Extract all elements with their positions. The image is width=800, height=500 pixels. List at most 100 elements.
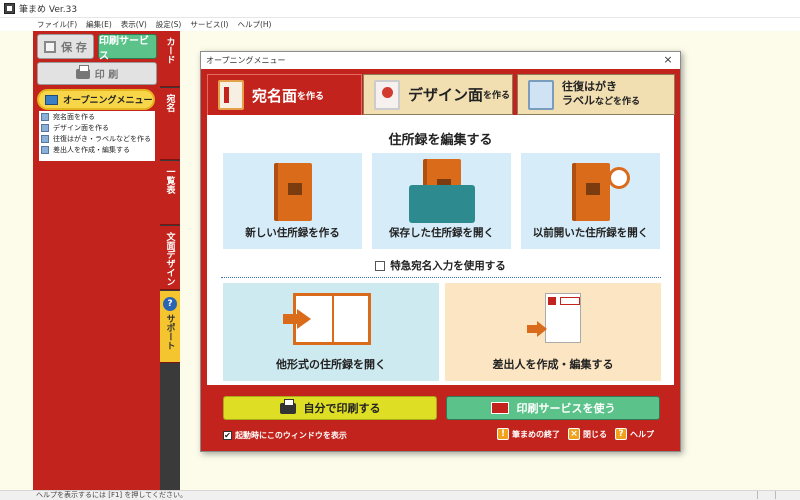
submenu-item-sender[interactable]: 差出人を作成・編集する (39, 144, 155, 155)
help-button[interactable]: ? ヘルプ (615, 428, 654, 440)
menu-edit[interactable]: 編集(E) (86, 19, 112, 30)
help-icon: ? (615, 428, 627, 440)
open-other-format-card[interactable]: 他形式の住所録を開く (223, 283, 439, 381)
sender-edit-card[interactable]: 差出人を作成・編集する (445, 283, 661, 381)
tab-list[interactable]: 一覧表 (160, 161, 180, 225)
disk-icon (44, 40, 57, 53)
submenu-item-design[interactable]: デザイン面を作る (39, 122, 155, 133)
open-recent-address-book-card[interactable]: 以前開いた住所録を開く (521, 153, 660, 249)
use-print-service-button[interactable]: 印刷サービスを使う (446, 396, 660, 420)
status-divider (775, 491, 776, 499)
menu-file[interactable]: ファイル(F) (37, 19, 77, 30)
tab-card-label: カード (164, 37, 175, 64)
card-label: 他形式の住所録を開く (276, 358, 386, 371)
tab-round-line2-big: ラベル (562, 94, 595, 107)
tab-design-side[interactable]: デザイン面 を作る (363, 74, 513, 115)
window-title: 筆まめ Ver.33 (19, 5, 78, 15)
arrow-icon-body (527, 325, 537, 333)
tab-round-line1: 往復はがき (562, 80, 617, 93)
address-book-icon (273, 163, 312, 221)
save-label: 保 存 (61, 40, 87, 54)
label-sheet-icon (528, 79, 554, 110)
print-button[interactable]: 印 刷 (37, 62, 157, 85)
print-service-button[interactable]: 印刷サービス (98, 34, 157, 62)
tab-round-trip[interactable]: 往復はがき ラベルなどを作る (517, 74, 675, 115)
status-text: ヘルプを表示するには [F1] を押してください。 (36, 491, 187, 499)
new-address-book-card[interactable]: 新しい住所録を作る (223, 153, 362, 249)
address-book-panel: 住所録を編集する 新しい住所録を作る 保存した住所録を開く 以前開いた住所録を開… (207, 115, 674, 385)
status-bar: ヘルプを表示するには [F1] を押してください。 (0, 490, 800, 500)
opening-menu-dialog: オープニングメニュー × 宛名面 を作る デザイン面 を作る 往復はがき ラベルなど… (200, 51, 681, 452)
folder-icon (408, 185, 475, 223)
card-label: 新しい住所録を作る (245, 227, 340, 239)
tab-address-side[interactable]: 宛名面 を作る (207, 74, 362, 115)
quit-icon: ! (497, 428, 509, 440)
self-print-button[interactable]: 自分で印刷する (223, 396, 437, 420)
status-divider (757, 491, 758, 499)
startup-checkbox-label: 起動時にこのウィンドウを表示 (235, 430, 347, 440)
submenu-item-round-trip[interactable]: 往復はがき・ラベルなどを作る (39, 133, 155, 144)
dialog-title-bar: オープニングメニュー (201, 52, 680, 69)
title-bar: 筆まめ Ver.33 (0, 0, 800, 18)
tab-round-line2-small: などを作る (595, 97, 641, 107)
submenu-item-label: 宛名面を作る (53, 112, 95, 121)
arrow-icon-body (283, 314, 297, 324)
tab-design-big: デザイン面 (408, 86, 484, 104)
help-label: ヘルプ (630, 429, 654, 439)
address-side-icon (41, 112, 49, 121)
save-button[interactable]: 保 存 (37, 34, 94, 59)
close-icon[interactable]: × (662, 54, 674, 66)
print-service-label: 印刷サービス (99, 35, 149, 62)
close-label: 閉じる (583, 429, 607, 439)
tab-support-label: サポート (164, 314, 175, 350)
portrait-card-icon (374, 79, 400, 110)
opening-menu-tab[interactable]: オープニングメニュー (37, 89, 155, 110)
truck-icon (490, 402, 509, 414)
tab-address-small: を作る (297, 91, 325, 102)
design-side-icon (41, 123, 49, 132)
menu-view[interactable]: 表示(V) (121, 19, 147, 30)
vertical-tab-strip: カード 宛名 一覧表 文面デザイン ? サポート (160, 31, 180, 490)
quit-label: 筆まめの終了 (512, 429, 560, 439)
question-icon: ? (163, 297, 177, 311)
urgent-input-label: 特急宛名入力を使用する (390, 260, 506, 272)
menu-window-icon (45, 94, 58, 105)
menu-bar: ファイル(F) 編集(E) 表示(V) 設定(S) サービス(I) ヘルプ(H) (0, 18, 800, 31)
urgent-input-checkbox[interactable] (375, 260, 386, 271)
urgent-input-option[interactable]: 特急宛名入力を使用する (207, 258, 674, 273)
startup-checkbox[interactable]: ✔ (223, 430, 232, 440)
card-label: 以前開いた住所録を開く (532, 227, 649, 239)
tab-address[interactable]: 宛名 (160, 88, 180, 160)
close-icon: × (568, 428, 580, 440)
menu-service[interactable]: サービス(I) (190, 19, 228, 30)
tab-text-design[interactable]: 文面デザイン (160, 226, 180, 290)
print-label: 印 刷 (94, 70, 119, 81)
submenu-item-label: デザイン面を作る (53, 123, 109, 132)
card-label: 差出人を作成・編集する (492, 358, 614, 371)
submenu-item-address[interactable]: 宛名面を作る (39, 111, 155, 122)
menu-settings[interactable]: 設定(S) (156, 19, 182, 30)
postcard-sender-icon (545, 293, 581, 343)
postcard-icon (218, 80, 244, 110)
open-saved-address-book-card[interactable]: 保存した住所録を開く (372, 153, 511, 249)
opening-menu-label: オープニングメニュー (63, 96, 153, 106)
tab-card[interactable]: カード (160, 31, 180, 87)
round-trip-card-icon (41, 134, 49, 143)
tab-address-label: 宛名 (164, 94, 175, 112)
quit-button[interactable]: ! 筆まめの終了 (497, 428, 560, 440)
self-print-label: 自分で印刷する (303, 402, 381, 415)
app-icon (4, 3, 15, 14)
opening-submenu: 宛名面を作る デザイン面を作る 往復はがき・ラベルなどを作る 差出人を作成・編集… (39, 111, 155, 161)
address-book-icon (571, 163, 610, 221)
tab-support[interactable]: ? サポート (160, 291, 180, 363)
dialog-footer: ✔ 起動時にこのウィンドウを表示 ! 筆まめの終了 × 閉じる ? ヘルプ (223, 428, 663, 442)
dotted-divider (221, 277, 661, 278)
panel-heading: 住所録を編集する (388, 133, 493, 148)
printer-icon (75, 64, 90, 79)
tab-design-small: を作る (483, 91, 511, 101)
close-button[interactable]: × 閉じる (568, 428, 607, 440)
printer-icon (279, 398, 296, 414)
menu-help[interactable]: ヘルプ(H) (237, 19, 271, 30)
submenu-item-label: 往復はがき・ラベルなどを作る (53, 134, 151, 143)
clock-icon (608, 167, 630, 189)
